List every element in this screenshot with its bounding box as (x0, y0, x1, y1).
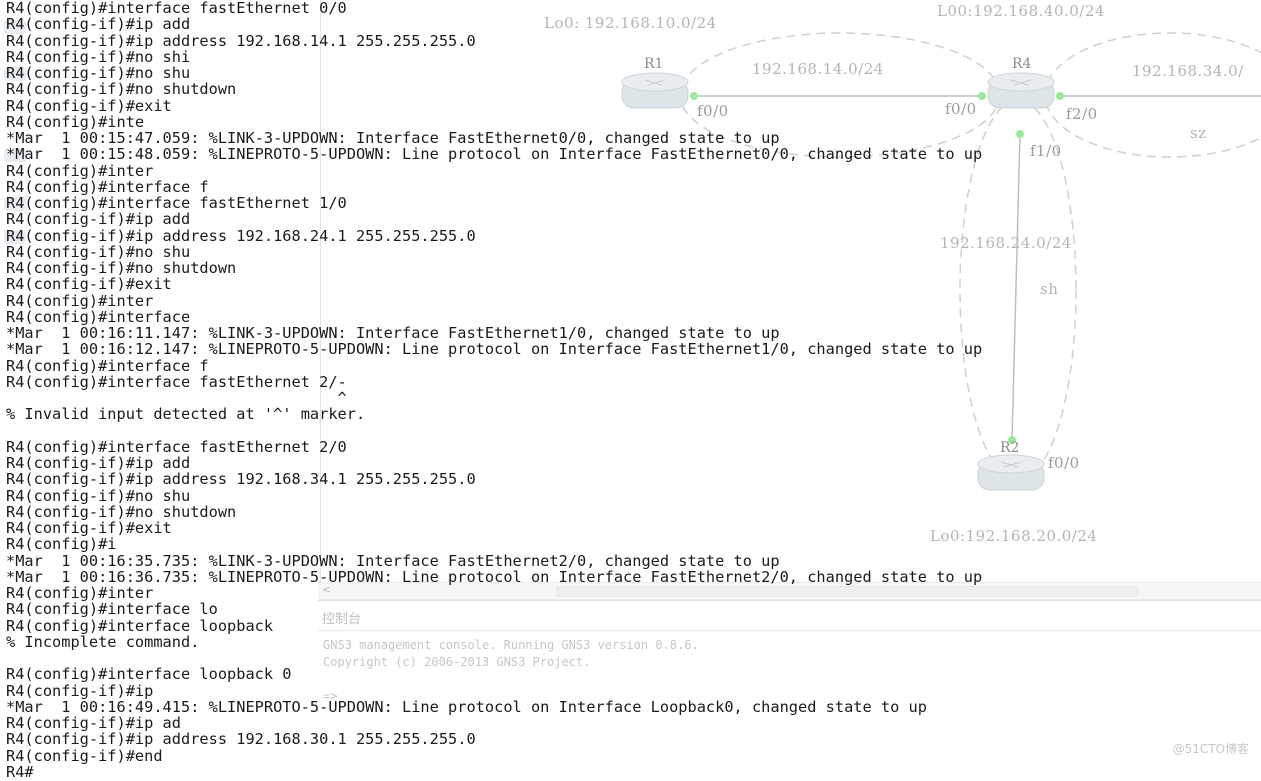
terminal-line: R4(config)#interface fastEthernet 2/0 (6, 437, 347, 456)
network-label-34: 192.168.34.0/ (1132, 62, 1244, 80)
terminal-line: R4(config-if)#no shu (6, 64, 191, 82)
terminal-line: R4(config-if)#ip address 192.168.14.1 25… (6, 31, 476, 50)
link-status-dot (1056, 92, 1064, 100)
terminal-line: R4(config)#inter (6, 161, 154, 180)
terminal-line: R4(config)#interface loopback (6, 616, 274, 635)
terminal-line: % Invalid input detected at '^' marker. (6, 405, 366, 424)
router-r2-icon[interactable] (977, 454, 1045, 491)
terminal-line: *Mar 1 00:16:11.147: %LINK-3-UPDOWN: Int… (6, 324, 780, 342)
terminal-line: R4(config)#interface f (6, 356, 209, 375)
link-r4-r2[interactable] (1011, 133, 1021, 441)
terminal-line: R4(config)#interface (6, 307, 191, 326)
terminal-line: R4(config-if)#ip address 192.168.34.1 25… (6, 470, 476, 489)
router-terminal[interactable]: R4(config)#interface fastEthernet 0/0 R4(… (6, 0, 982, 780)
terminal-line: R4(config-if)#ip (6, 681, 154, 700)
area-label-sz: sz (1190, 124, 1207, 142)
terminal-line: R4(config-if)#ip add (6, 210, 191, 229)
terminal-line: R4(config-if)#end (6, 746, 163, 765)
interface-label-r2-f00: f0/0 (1048, 454, 1080, 472)
area-ellipse-r4-r3 (1044, 32, 1261, 158)
terminal-line: *Mar 1 00:15:47.059: %LINK-3-UPDOWN: Int… (6, 129, 780, 147)
terminal-line: *Mar 1 00:16:49.415: %LINEPROTO-5-UPDOWN… (6, 697, 927, 716)
terminal-line: R4(config)#inter (6, 584, 154, 602)
terminal-line: R4(config-if)#no shi (6, 47, 191, 66)
terminal-line: R4(config)#interface fastEthernet 1/0 (6, 194, 347, 212)
terminal-line: R4(config)#interface loopback 0 (6, 665, 292, 684)
interface-label-r4-f20: f2/0 (1066, 105, 1098, 123)
watermark: @51CTO博客 (1172, 742, 1249, 756)
terminal-line: *Mar 1 00:15:48.059: %LINEPROTO-5-UPDOWN… (6, 145, 983, 164)
router-r2-name: R2 (1000, 440, 1020, 456)
terminal-line: R4(config)#interface fastEthernet 2/- (6, 372, 347, 391)
terminal-line: R4(config-if)#ip ad (6, 714, 181, 732)
terminal-line: R4(config-if)#ip address 192.168.30.1 25… (6, 730, 476, 749)
link-status-dot (1016, 130, 1024, 138)
terminal-line: R4(config-if)#no shutdown (6, 502, 237, 521)
terminal-line: R4(config-if)#no shu (6, 242, 191, 261)
terminal-line: R4# (6, 762, 34, 781)
terminal-line: R4(config)#inter (6, 291, 154, 310)
area-label-sh: sh (1040, 280, 1059, 298)
terminal-line: R4(config-if)#no shu (6, 486, 191, 505)
terminal-line: *Mar 1 00:16:36.735: %LINEPROTO-5-UPDOWN… (6, 567, 983, 586)
terminal-line: R4(config-if)#exit (6, 519, 172, 537)
terminal-line: ^ (6, 389, 347, 407)
terminal-line: R4(config)#i (6, 535, 117, 554)
terminal-line: R4(config-if)#ip address 192.168.24.1 25… (6, 226, 476, 245)
terminal-line: R4(config-if)#no shutdown (6, 80, 237, 99)
terminal-line: R4(config-if)#no shutdown (6, 259, 237, 277)
terminal-line: R4(config-if)#exit (6, 96, 172, 115)
interface-label-r4-f10: f1/0 (1030, 142, 1062, 160)
terminal-line: R4(config-if)#exit (6, 275, 172, 294)
terminal-line: R4(config)#inte (6, 112, 145, 131)
router-r4-name: R4 (1012, 56, 1032, 72)
terminal-line: *Mar 1 00:16:35.735: %LINK-3-UPDOWN: Int… (6, 551, 780, 570)
terminal-line: % Incomplete command. (6, 632, 200, 651)
terminal-line: R4(config)#interface lo (6, 600, 218, 619)
terminal-line: R4(config-if)#ip add (6, 454, 191, 472)
router-r4-icon[interactable] (987, 72, 1055, 109)
terminal-line: R4(config-if)#ip add (6, 15, 191, 34)
terminal-line: *Mar 1 00:16:12.147: %LINEPROTO-5-UPDOWN… (6, 340, 983, 359)
terminal-line: R4(config)#interface f (6, 177, 209, 196)
terminal-line: R4(config)#interface fastEthernet 0/0 (6, 0, 347, 17)
